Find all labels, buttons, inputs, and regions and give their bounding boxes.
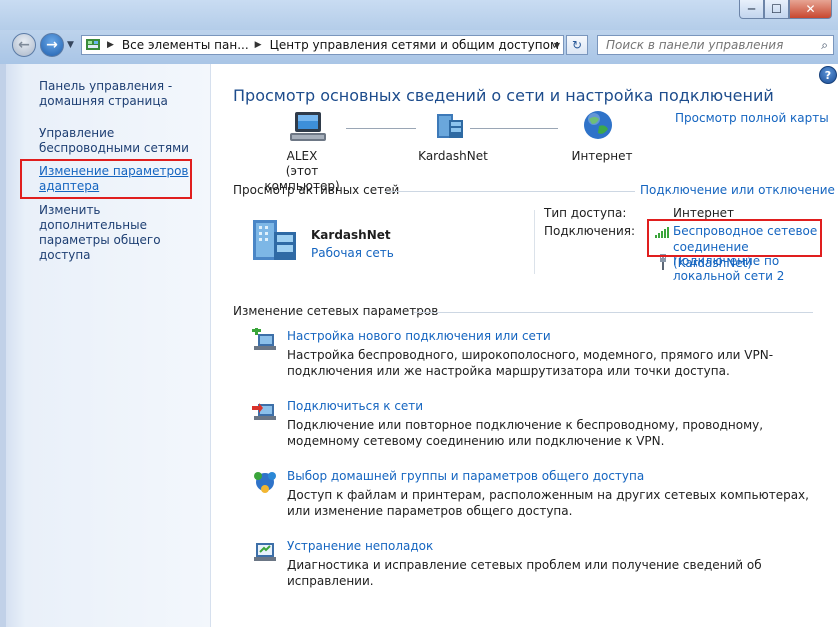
sidebar-item-home[interactable]: Панель управления - домашняя страница [39,79,209,109]
search-icon[interactable]: ⌕ [821,38,828,53]
sidebar-edge [0,64,6,627]
map-internet-label: Интернет [571,149,633,163]
homegroup-icon [254,472,276,493]
network-type-link[interactable]: Рабочая сеть [311,246,394,260]
back-button[interactable]: ← [12,33,36,57]
forward-button[interactable]: → [40,33,64,57]
task-troubleshoot-link[interactable]: Устранение неполадок [287,539,433,553]
troubleshoot-icon [254,543,276,561]
highlight-box-adapter [20,159,192,199]
task-homegroup-link[interactable]: Выбор домашней группы и параметров общег… [287,469,644,483]
change-settings-header: Изменение сетевых параметров [233,304,439,318]
breadcrumb-separator-icon: ▶ [254,40,262,50]
access-type-value: Интернет [673,206,735,220]
map-network-name: KardashNet [418,149,488,163]
search-input[interactable] [604,37,808,53]
section-divider [414,312,813,313]
sidebar-item-advanced-sharing[interactable]: Изменить дополнительные параметры общего… [39,203,209,263]
breadcrumb-separator-icon: ▶ [107,40,114,50]
back-arrow-icon: ← [18,37,30,53]
active-networks-header: Просмотр активных сетей [233,183,400,197]
map-node-network: KardashNet [410,149,496,164]
map-node-internet: Интернет [562,149,642,164]
recent-pages-dropdown[interactable]: ▼ [67,40,74,50]
work-network-icon [253,220,296,260]
search-box: ⌕ [597,35,834,55]
full-map-link[interactable]: Просмотр полной карты [675,111,829,125]
forward-arrow-icon: → [46,37,58,53]
task-new-connection-description: Настройка беспроводного, широкополосного… [287,348,774,378]
address-bar[interactable]: ▶ Все элементы пан... ▶ Центр управления… [81,35,564,55]
minimize-button[interactable]: ─ [739,0,764,19]
vertical-divider [534,210,535,274]
maximize-icon: ☐ [771,2,782,16]
network-icon [437,114,463,138]
highlight-box-wireless [647,219,822,257]
connect-disconnect-link[interactable]: Подключение или отключение [640,183,835,197]
task-connect-description: Подключение или повторное подключение к … [287,418,764,448]
help-icon: ? [824,68,832,82]
computer-icon [290,112,326,141]
maximize-button[interactable]: ☐ [764,0,789,19]
title-bar: ─ ☐ ✕ [0,0,838,30]
access-type-label: Тип доступа: [544,206,627,220]
breadcrumb-item-network-center[interactable]: Центр управления сетями и общим доступом [270,38,559,52]
computer-name: ALEX [286,149,318,163]
sidebar-item-manage-wireless[interactable]: Управление беспроводными сетями [39,126,209,156]
new-connection-icon [252,328,276,350]
map-connection-line [470,128,558,129]
map-connection-line [346,128,416,129]
task-homegroup-description: Доступ к файлам и принтерам, расположенн… [287,488,809,518]
close-button[interactable]: ✕ [789,0,832,19]
lan-connection-link[interactable]: Подключение по локальной сети 2 [673,254,823,284]
refresh-icon: ↻ [571,38,583,52]
control-panel-icon [86,39,100,50]
help-button[interactable]: ? [819,66,837,84]
minimize-icon: ─ [747,2,756,16]
refresh-button[interactable]: ↻ [566,35,588,55]
task-new-connection-link[interactable]: Настройка нового подключения или сети [287,329,551,343]
internet-globe-icon [584,111,612,139]
breadcrumb-item-all-items[interactable]: Все элементы пан... [122,38,249,52]
task-connect-link[interactable]: Подключиться к сети [287,399,423,413]
connections-label: Подключения: [544,224,636,238]
close-icon: ✕ [805,2,816,16]
address-dropdown-button[interactable]: ▼ [550,35,564,55]
navigation-bar: ← → ▼ ▶ Все элементы пан... ▶ Центр упра… [0,30,838,64]
task-troubleshoot-description: Диагностика и исправление сетевых пробле… [287,558,762,588]
page-title: Просмотр основных сведений о сети и наст… [233,86,774,105]
connect-network-icon [252,403,276,420]
active-network-name: KardashNet [311,228,391,242]
section-divider [385,191,635,192]
